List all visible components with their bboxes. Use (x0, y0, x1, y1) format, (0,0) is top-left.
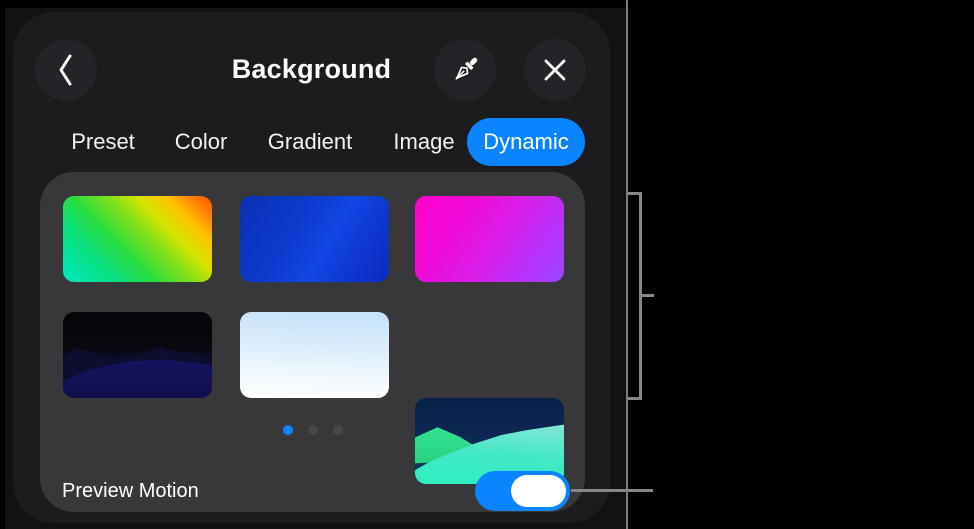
tab-dynamic[interactable]: Dynamic (467, 118, 585, 166)
eyedropper-button[interactable] (434, 39, 496, 101)
pager-dot-1[interactable] (283, 425, 293, 435)
preview-motion-toggle[interactable] (475, 471, 570, 511)
pager-dot-2[interactable] (308, 425, 318, 435)
dynamic-backgrounds-card: Preview Motion (40, 172, 585, 512)
tab-gradient[interactable]: Gradient (268, 118, 352, 166)
background-popover: Background Preset Color Gradient Image D… (13, 12, 610, 523)
preview-motion-callout-line (571, 489, 653, 492)
dynamic-background-thumbnail-magenta[interactable] (415, 196, 564, 282)
pager-dot-3[interactable] (333, 425, 343, 435)
preview-motion-label: Preview Motion (62, 480, 199, 502)
tab-color[interactable]: Color (175, 118, 228, 166)
thumbnails-callout-tick (642, 294, 654, 297)
dynamic-background-thumbnail-rainbow[interactable] (63, 196, 212, 282)
dynamic-background-thumbnail-dark-mountains[interactable] (63, 312, 212, 398)
tab-preset[interactable]: Preset (71, 118, 135, 166)
screenshot-right-border (626, 0, 628, 529)
figure: Background Preset Color Gradient Image D… (0, 0, 974, 529)
tab-image[interactable]: Image (393, 118, 454, 166)
close-icon (541, 56, 569, 84)
dynamic-background-thumbnail-blue[interactable] (240, 196, 389, 282)
page-title: Background (231, 54, 392, 84)
thumbnails-callout-bracket-bottom (628, 397, 642, 400)
eyedropper-icon (446, 51, 484, 89)
toggle-knob (511, 475, 566, 507)
dynamic-background-thumbnail-sky[interactable] (240, 312, 389, 398)
close-button[interactable] (524, 39, 586, 101)
